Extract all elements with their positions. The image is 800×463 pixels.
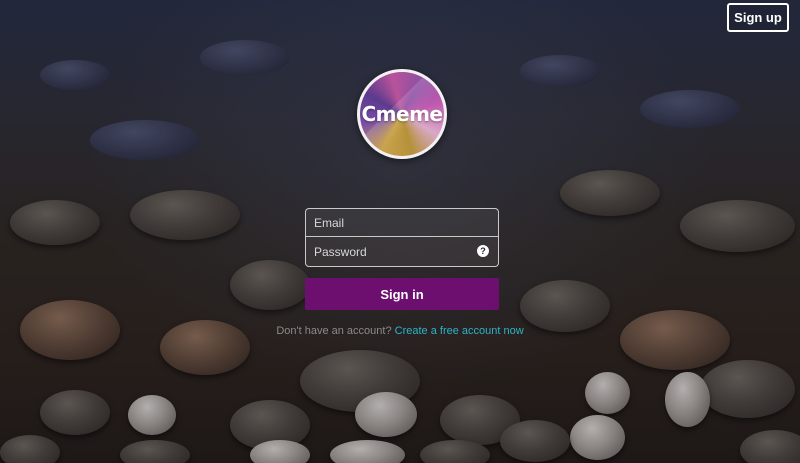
no-account-text: Don't have an account? — [276, 325, 392, 337]
create-account-link[interactable]: Create a free account now — [395, 325, 524, 337]
email-input[interactable] — [306, 209, 498, 236]
question-circle-icon[interactable]: ? — [477, 245, 489, 257]
password-field-wrapper: ? — [305, 237, 499, 267]
sign-in-button[interactable]: Sign in — [305, 278, 499, 310]
login-form: ? Sign in — [305, 208, 499, 310]
create-account-prompt: Don't have an account? Create a free acc… — [0, 325, 800, 337]
sign-up-button[interactable]: Sign up — [727, 3, 789, 32]
email-field-wrapper — [305, 208, 499, 237]
password-input[interactable] — [306, 237, 498, 266]
logo-text: Cmeme — [361, 102, 444, 126]
cmeme-logo: Cmeme — [357, 69, 447, 159]
